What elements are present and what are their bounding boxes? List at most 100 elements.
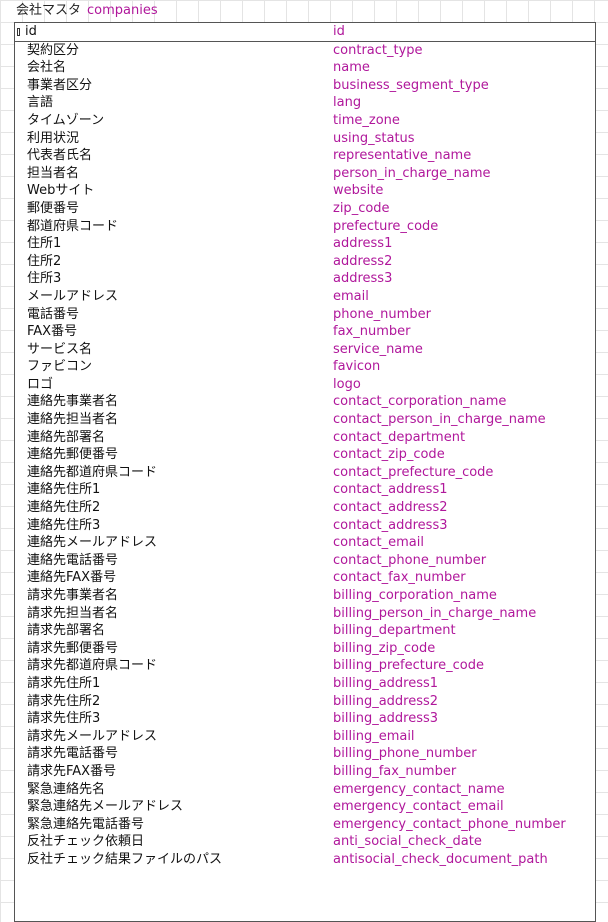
attribute-physical-name: favicon [333, 359, 381, 375]
attribute-list: id id 契約区分 contract_type 会社名 name 事業者区分 busin… [15, 23, 595, 869]
attribute-logical-name: 住所2 [27, 253, 62, 269]
attribute-row[interactable]: 会社名 name [15, 59, 595, 77]
attribute-physical-name: name [333, 60, 370, 76]
attribute-row[interactable]: Webサイト website [15, 182, 595, 200]
attribute-row[interactable]: 連絡先メールアドレス contact_email [15, 534, 595, 552]
attribute-logical-name: 緊急連絡先メールアドレス [27, 799, 184, 815]
attribute-row[interactable]: 請求先担当者名 billing_person_in_charge_name [15, 605, 595, 623]
attribute-logical-name: 連絡先都道府県コード [27, 464, 158, 480]
attribute-physical-name: contact_zip_code [333, 447, 445, 463]
attribute-logical-name: 請求先住所3 [27, 711, 101, 727]
attribute-row[interactable]: 請求先FAX番号 billing_fax_number [15, 763, 595, 781]
attribute-logical-name: 緊急連絡先名 [27, 781, 106, 797]
attribute-logical-name: 連絡先事業者名 [27, 394, 119, 410]
attribute-logical-name: 言語 [27, 95, 54, 111]
attribute-physical-name: representative_name [333, 148, 472, 164]
attribute-row[interactable]: 反社チェック依頼日 anti_social_check_date [15, 833, 595, 851]
attribute-row[interactable]: 請求先事業者名 billing_corporation_name [15, 587, 595, 605]
attribute-row[interactable]: 請求先住所1 billing_address1 [15, 675, 595, 693]
attribute-logical-name: 連絡先電話番号 [27, 552, 119, 568]
attribute-row[interactable]: 請求先郵便番号 billing_zip_code [15, 640, 595, 658]
attribute-physical-name: billing_address3 [333, 711, 439, 727]
attribute-row[interactable]: 連絡先都道府県コード contact_prefecture_code [15, 464, 595, 482]
attribute-row[interactable]: 緊急連絡先メールアドレス emergency_contact_email [15, 798, 595, 816]
attribute-logical-name: 住所1 [27, 236, 62, 252]
attribute-physical-name: billing_email [333, 728, 415, 744]
attribute-row[interactable]: 郵便番号 zip_code [15, 200, 595, 218]
attribute-logical-name: FAX番号 [27, 324, 78, 340]
attribute-row[interactable]: ロゴ logo [15, 376, 595, 394]
attribute-row[interactable]: 住所2 address2 [15, 253, 595, 271]
attribute-row[interactable]: 連絡先FAX番号 contact_fax_number [15, 569, 595, 587]
attribute-row[interactable]: 担当者名 person_in_charge_name [15, 165, 595, 183]
attribute-logical-name: 反社チェック依頼日 [27, 834, 145, 850]
attribute-row[interactable]: 住所1 address1 [15, 235, 595, 253]
attribute-row[interactable]: 電話番号 phone_number [15, 306, 595, 324]
attribute-row[interactable]: 連絡先郵便番号 contact_zip_code [15, 446, 595, 464]
attribute-physical-name: using_status [333, 130, 415, 146]
attribute-row[interactable]: 請求先住所2 billing_address2 [15, 693, 595, 711]
attribute-physical-name: billing_corporation_name [333, 588, 497, 603]
primary-key-row[interactable]: id id [15, 23, 595, 42]
attribute-row[interactable]: 連絡先住所2 contact_address2 [15, 499, 595, 517]
attribute-physical-name: address1 [333, 236, 393, 252]
attribute-physical-name: business_segment_type [333, 77, 489, 93]
entity-physical-name: companies [87, 3, 158, 18]
attribute-physical-name: contact_person_in_charge_name [333, 412, 546, 428]
attribute-physical-name: person_in_charge_name [333, 165, 491, 181]
attribute-row[interactable]: 緊急連絡先名 emergency_contact_name [15, 781, 595, 799]
attribute-row[interactable]: 請求先部署名 billing_department [15, 622, 595, 640]
entity-header[interactable]: 会社マスタ companies [16, 0, 158, 21]
attribute-logical-name: 連絡先FAX番号 [27, 570, 117, 586]
attribute-physical-name: contact_address2 [333, 500, 448, 516]
attribute-row[interactable]: 住所3 address3 [15, 270, 595, 288]
attribute-row[interactable]: タイムゾーン time_zone [15, 112, 595, 130]
entity-box[interactable]: id id 契約区分 contract_type 会社名 name 事業者区分 busin… [14, 22, 596, 922]
attribute-row[interactable]: 請求先住所3 billing_address3 [15, 710, 595, 728]
attribute-physical-name: contact_address3 [333, 517, 448, 533]
attribute-logical-name: ファビコン [27, 359, 93, 375]
attribute-row[interactable]: 連絡先電話番号 contact_phone_number [15, 552, 595, 570]
attribute-logical-name: 連絡先住所1 [27, 482, 101, 498]
attribute-row[interactable]: FAX番号 fax_number [15, 323, 595, 341]
attribute-logical-name: 請求先事業者名 [27, 588, 119, 603]
attribute-row[interactable]: 連絡先住所3 contact_address3 [15, 517, 595, 535]
attribute-row[interactable]: サービス名 service_name [15, 341, 595, 359]
attribute-logical-name: 連絡先住所3 [27, 517, 101, 533]
attribute-row[interactable]: 事業者区分 business_segment_type [15, 77, 595, 95]
attribute-row[interactable]: 代表者氏名 representative_name [15, 147, 595, 165]
attribute-physical-name: emergency_contact_phone_number [333, 816, 566, 832]
attribute-physical-name: emergency_contact_name [333, 781, 505, 797]
attribute-physical-name: emergency_contact_email [333, 799, 504, 815]
attribute-physical-name: anti_social_check_date [333, 834, 482, 850]
attribute-physical-name: service_name [333, 341, 423, 357]
attribute-physical-name: contact_prefecture_code [333, 464, 494, 480]
attribute-row[interactable]: 都道府県コード prefecture_code [15, 218, 595, 236]
attribute-row[interactable]: 連絡先事業者名 contact_corporation_name [15, 393, 595, 411]
attribute-physical-name: time_zone [333, 112, 400, 128]
attribute-row[interactable]: 請求先都道府県コード billing_prefecture_code [15, 657, 595, 675]
attribute-row[interactable]: 請求先メールアドレス billing_email [15, 728, 595, 746]
attribute-row[interactable]: メールアドレス email [15, 288, 595, 306]
attribute-row[interactable]: 言語 lang [15, 94, 595, 112]
attribute-row[interactable]: 緊急連絡先電話番号 emergency_contact_phone_number [15, 816, 595, 834]
attribute-logical-name: 請求先FAX番号 [27, 763, 117, 779]
attribute-physical-name: logo [333, 376, 361, 392]
attribute-row[interactable]: 反社チェック結果ファイルのパス antisocial_check_document… [15, 851, 595, 869]
attribute-row[interactable]: 連絡先住所1 contact_address1 [15, 481, 595, 499]
attribute-logical-name: 利用状況 [27, 130, 80, 146]
attribute-logical-name: 電話番号 [27, 306, 80, 322]
attribute-physical-name: billing_address2 [333, 693, 439, 709]
attribute-physical-name: billing_department [333, 623, 456, 639]
attribute-physical-name: billing_zip_code [333, 640, 436, 656]
attribute-row[interactable]: 請求先電話番号 billing_phone_number [15, 745, 595, 763]
attribute-row[interactable]: 連絡先担当者名 contact_person_in_charge_name [15, 411, 595, 429]
attribute-row[interactable]: 契約区分 contract_type [15, 42, 595, 60]
attribute-logical-name: 都道府県コード [27, 218, 119, 234]
attribute-row[interactable]: ファビコン favicon [15, 358, 595, 376]
attribute-logical-name: サービス名 [27, 341, 93, 357]
attribute-logical-name: 緊急連絡先電話番号 [27, 816, 145, 832]
attribute-row[interactable]: 連絡先部署名 contact_department [15, 429, 595, 447]
attribute-logical-name: 連絡先住所2 [27, 500, 101, 516]
attribute-row[interactable]: 利用状況 using_status [15, 130, 595, 148]
